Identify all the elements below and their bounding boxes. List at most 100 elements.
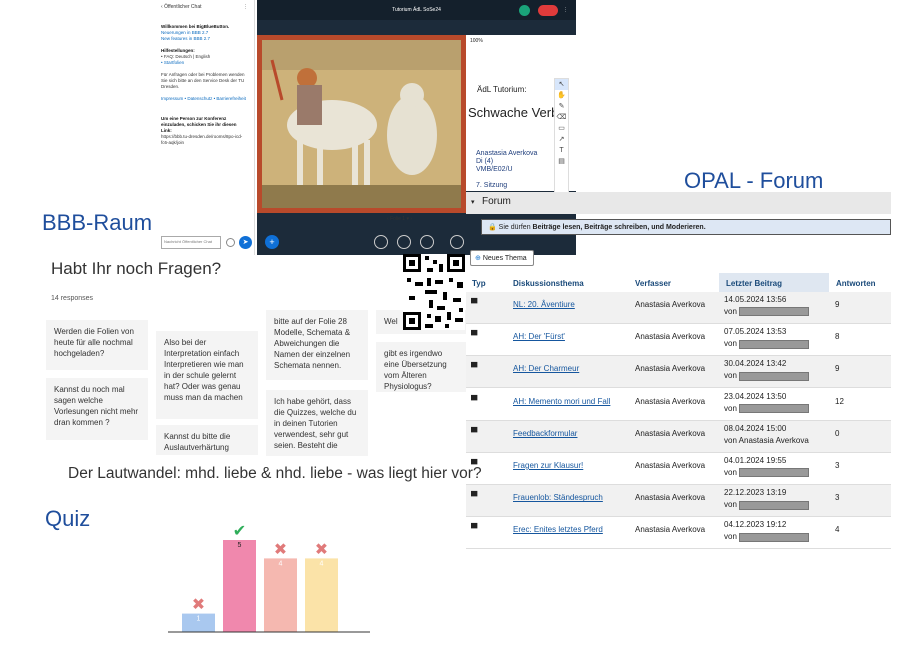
replies-count: 9 bbox=[835, 364, 840, 374]
bar-value-label: 4 bbox=[279, 560, 283, 567]
select-icon[interactable]: ↖ bbox=[555, 79, 568, 90]
webcam-icon[interactable] bbox=[397, 235, 411, 249]
response-card: Kannst du noch mal sagen welche Vorlesun… bbox=[46, 378, 148, 440]
text-icon[interactable]: T bbox=[555, 145, 568, 156]
table-row[interactable]: ▀ AH: Memento mori und Fall Anastasia Aver… bbox=[466, 389, 891, 421]
column-header-author[interactable]: Verfasser bbox=[635, 279, 671, 288]
link-new-features-en[interactable]: New features in BBB 2.7 bbox=[161, 36, 210, 41]
start-slides-link[interactable]: • Startfolien bbox=[161, 60, 184, 65]
table-row[interactable]: ▀ NL: 20. Âventiure Anastasia Averkova 14.0… bbox=[466, 292, 891, 324]
raise-hand-icon[interactable] bbox=[450, 235, 464, 249]
replies-count: 3 bbox=[835, 493, 840, 503]
table-row[interactable]: ▀ Erec: Enites letztes Pferd Anastasia Ave… bbox=[466, 517, 891, 550]
last-post-date: 08.04.2024 15:00 bbox=[724, 423, 787, 433]
last-post-by: von bbox=[724, 307, 810, 317]
column-header-type[interactable]: Typ bbox=[472, 279, 486, 288]
response-card: Werden die Folien von heute für alle noc… bbox=[46, 320, 148, 370]
comment-icon: ▀ bbox=[471, 491, 478, 502]
chat-legal-links[interactable]: Impressum • Datenschutz • Barrierefreihe… bbox=[161, 96, 248, 102]
meeting-title: Tutorium ÄdL SoSe24 bbox=[392, 7, 441, 13]
note-icon[interactable]: ▤ bbox=[555, 156, 568, 167]
forum-title: Forum bbox=[482, 196, 511, 207]
replies-count: 12 bbox=[835, 396, 844, 406]
comment-icon: ▀ bbox=[471, 362, 478, 373]
correct-check-icon: ✔ bbox=[233, 521, 246, 540]
bar-option-2 bbox=[223, 540, 256, 632]
send-icon[interactable]: ➤ bbox=[239, 236, 252, 249]
rectangle-icon[interactable]: ▭ bbox=[555, 123, 568, 134]
more-icon[interactable]: ⋮ bbox=[243, 4, 248, 10]
quiz-question-title: Der Lautwandel: mhd. liebe & nhd. liebe … bbox=[68, 465, 482, 482]
comment-icon: ▀ bbox=[471, 394, 478, 405]
redacted-name bbox=[739, 468, 810, 478]
topic-link[interactable]: AH: Der 'Fürst' bbox=[513, 332, 565, 341]
opal-label: OPAL - Forum bbox=[684, 168, 824, 193]
survey-responses: 14 responses bbox=[51, 295, 94, 302]
faq-links[interactable]: • FAQ: Deutsch | English bbox=[161, 54, 210, 59]
topic-link[interactable]: AH: Memento mori und Fall bbox=[513, 397, 610, 406]
topic-link[interactable]: Fragen zur Klausur! bbox=[513, 461, 583, 470]
connection-icon[interactable] bbox=[519, 5, 530, 16]
eraser-icon[interactable]: ⌫ bbox=[555, 112, 568, 123]
bbb-chat-panel: ‹ Öffentlicher Chat ⋮ Willkommen bei BigB… bbox=[155, 0, 255, 255]
response-card: bitte auf der Folie 28 Modelle, Schemata… bbox=[266, 310, 368, 380]
microphone-icon[interactable] bbox=[374, 235, 388, 249]
response-card: Ich habe gehört, dass die Quizzes, welch… bbox=[266, 390, 368, 456]
chat-input[interactable]: Nachricht Öffentlicher Chat bbox=[161, 236, 221, 249]
chat-header[interactable]: ‹ Öffentlicher Chat ⋮ bbox=[161, 4, 248, 10]
redacted-name bbox=[739, 532, 810, 542]
last-post-date: 22.12.2023 13:19 bbox=[724, 488, 787, 498]
permission-notice: 🔒 Sie dürfen Beiträge lesen, Beiträge sc… bbox=[481, 219, 891, 235]
last-post-by: von bbox=[724, 371, 810, 381]
table-row[interactable]: ▀ AH: Der Charmeur Anastasia Averkova 30.04… bbox=[466, 356, 891, 389]
response-card: gibt es irgendwo eine Übersetzung vom Äl… bbox=[376, 342, 466, 392]
options-icon[interactable]: ⋮ bbox=[563, 0, 568, 20]
bar-value-label: 4 bbox=[320, 560, 324, 567]
comment-icon: ▀ bbox=[471, 426, 478, 437]
last-post-date: 14.05.2024 13:56 bbox=[724, 295, 787, 304]
wrong-cross-icon: ✖ bbox=[192, 595, 205, 614]
last-post-date: 07.05.2024 13:53 bbox=[724, 327, 787, 337]
column-header-topic[interactable]: Diskussionsthema bbox=[513, 279, 584, 288]
table-row[interactable]: ▀ Fragen zur Klausur! Anastasia Averkova 04… bbox=[466, 453, 891, 485]
new-topic-button[interactable]: ⊕ Neues Thema bbox=[470, 250, 534, 266]
slide-heading: Schwache Verbe bbox=[468, 105, 566, 120]
bar-option-4 bbox=[305, 558, 338, 632]
topic-link[interactable]: AH: Der Charmeur bbox=[513, 364, 579, 373]
forum-header[interactable]: ▾ Forum bbox=[466, 192, 891, 214]
last-post-date: 04.12.2023 19:12 bbox=[724, 520, 787, 530]
last-post-by: von Anastasia Averkova bbox=[724, 435, 809, 445]
link-new-features[interactable]: Neuerungen in BBB 2.7 bbox=[161, 30, 208, 35]
table-row[interactable]: ▀ Frauenlob: Ständespruch Anastasia Averko… bbox=[466, 485, 891, 518]
collapse-icon[interactable]: ▾ bbox=[471, 198, 475, 206]
redacted-name bbox=[739, 307, 810, 317]
hand-icon[interactable]: ✋ bbox=[555, 90, 568, 101]
table-row[interactable]: ▀ AH: Der 'Fürst' Anastasia Averkova 07.05.… bbox=[466, 324, 891, 357]
zoom-level[interactable]: 100% bbox=[470, 38, 483, 44]
topic-link[interactable]: Frauenlob: Ständespruch bbox=[513, 493, 603, 502]
drawing-toolbar: ↖ ✋ ✎ ⌫ ▭ ↗ T ▤ bbox=[554, 78, 569, 198]
topic-link[interactable]: NL: 20. Âventiure bbox=[513, 300, 575, 309]
emoji-icon[interactable] bbox=[226, 238, 235, 247]
slide-navigation[interactable]: ‹ Folie 1 ▾ › bbox=[387, 216, 412, 222]
record-button[interactable] bbox=[538, 5, 558, 16]
author: Anastasia Averkova bbox=[635, 364, 706, 374]
topic-link[interactable]: Feedbackformular bbox=[513, 429, 577, 438]
replies-count: 3 bbox=[835, 461, 840, 470]
arrow-icon[interactable]: ↗ bbox=[555, 134, 568, 145]
bbb-topbar: Tutorium ÄdL SoSe24 ⋮ bbox=[257, 0, 576, 20]
plus-icon[interactable]: + bbox=[265, 235, 279, 249]
invite-link[interactable]: https://bbb.tu-dresden.de/rooms/8po-icd-… bbox=[161, 134, 242, 145]
column-header-replies[interactable]: Antworten bbox=[836, 279, 876, 288]
redacted-name bbox=[739, 403, 810, 413]
author: Anastasia Averkova bbox=[635, 332, 706, 342]
last-post-by: von bbox=[724, 403, 810, 413]
replies-count: 9 bbox=[835, 300, 840, 309]
pencil-icon[interactable]: ✎ bbox=[555, 101, 568, 112]
table-row[interactable]: ▀ Feedbackformular Anastasia Averkova 08.04… bbox=[466, 420, 891, 453]
redacted-name bbox=[739, 500, 810, 510]
slide-subtitle: ÄdL Tutorium: bbox=[477, 85, 527, 94]
slide-medieval-illustration bbox=[257, 35, 466, 213]
screenshare-icon[interactable] bbox=[420, 235, 434, 249]
topic-link[interactable]: Erec: Enites letztes Pferd bbox=[513, 525, 603, 534]
